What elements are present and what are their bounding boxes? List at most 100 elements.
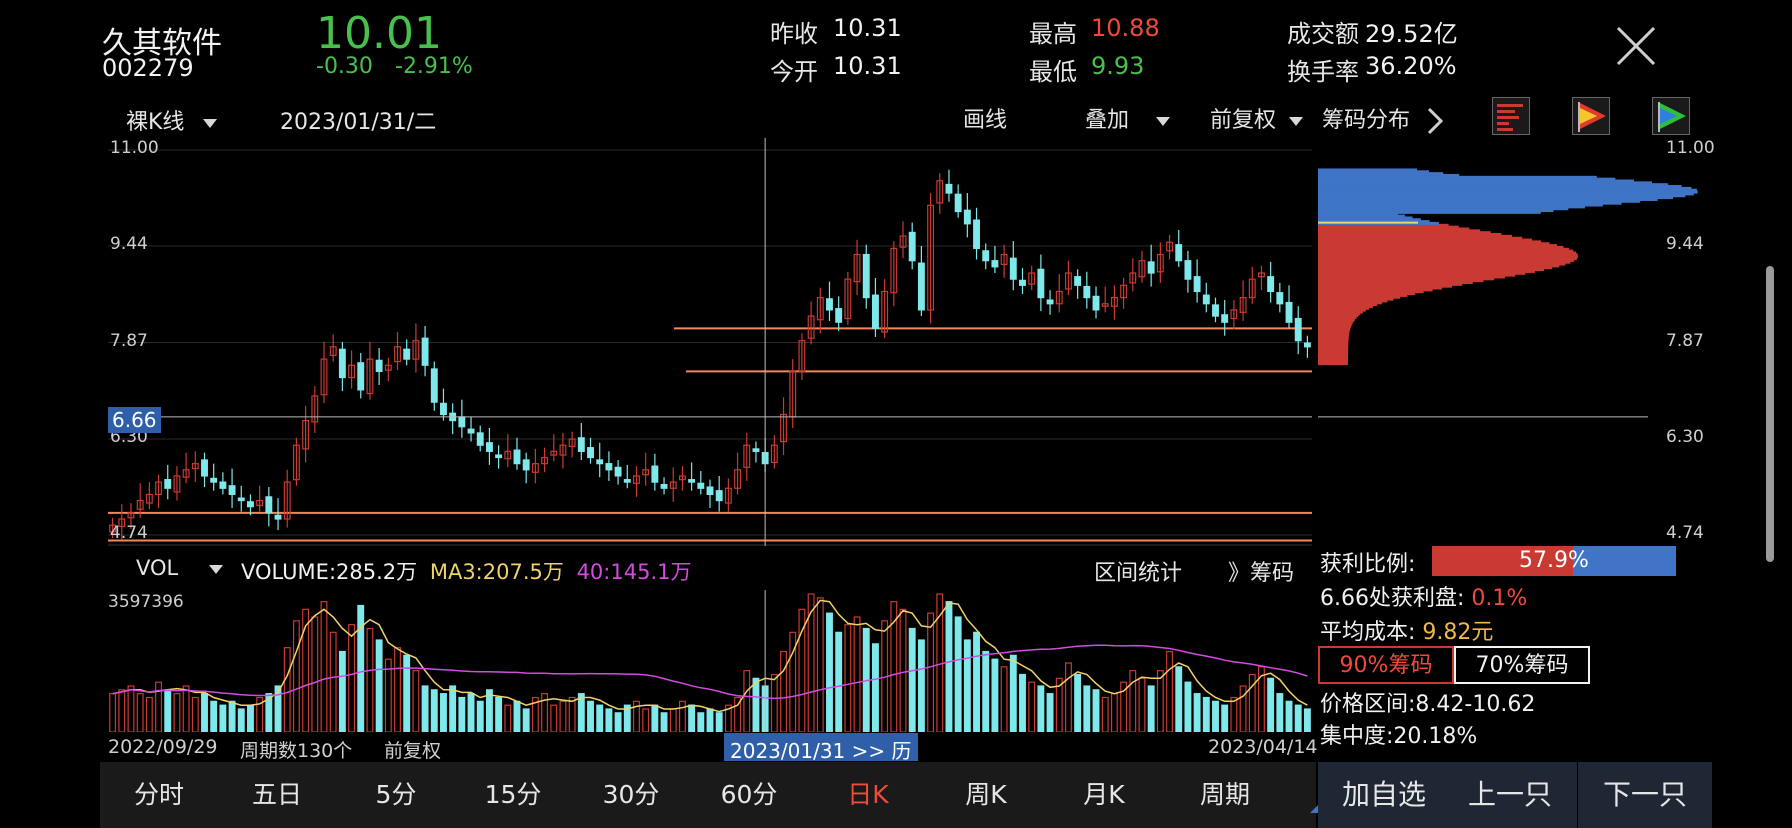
candle-body: [458, 416, 466, 428]
period-tab[interactable]: 日K: [809, 762, 927, 828]
tab-chip-70[interactable]: 70%筹码: [1454, 646, 1590, 684]
volume-chart[interactable]: [108, 590, 1312, 732]
indicator-label: VOL: [136, 556, 179, 580]
profit-ratio-value: 57.9%: [1519, 548, 1589, 573]
period-tab[interactable]: 15分: [454, 762, 572, 828]
volume-bar: [596, 704, 604, 732]
candle-body: [1175, 244, 1183, 262]
chip-axis-tick: 9.44: [1666, 233, 1704, 254]
candle-body: [835, 308, 843, 323]
volume-bar: [1276, 693, 1284, 732]
profit-at-price: 6.66处获利盘: 0.1%: [1320, 580, 1527, 612]
candle-body: [826, 298, 833, 311]
open-value: 10.31: [833, 52, 902, 80]
candle-body: [1147, 261, 1155, 274]
chip-axis-tick: 7.87: [1666, 330, 1704, 351]
period-tab[interactable]: 周期: [1165, 762, 1285, 828]
volume-bar: [1000, 666, 1008, 732]
period-tab[interactable]: 5分: [337, 762, 455, 828]
price-range-label: 价格区间:: [1320, 692, 1416, 717]
volume-bar: [155, 681, 162, 732]
volume-bar: [1083, 685, 1091, 732]
volume-bar: [1294, 704, 1302, 732]
volume-bar: [1175, 666, 1183, 732]
volume-bar: [917, 639, 925, 732]
profit-at-price-label: 6.66处获利盘:: [1320, 586, 1465, 611]
volume-bar: [440, 693, 447, 732]
volume-bar: [1028, 681, 1036, 732]
volume-bar: [219, 704, 227, 732]
candle-body: [495, 454, 503, 459]
volume-bar: [669, 708, 677, 732]
range-stats-button[interactable]: 区间统计: [1094, 555, 1182, 587]
overlay-select[interactable]: 叠加: [1085, 102, 1171, 134]
scrollbar[interactable]: [1766, 266, 1774, 562]
kline-type-select[interactable]: 裸K线: [126, 104, 218, 136]
concentration-value: 20.18%: [1393, 724, 1478, 749]
period-tab[interactable]: 分时: [100, 762, 218, 828]
draw-line-button[interactable]: 画线: [963, 102, 1007, 134]
volume-bar: [173, 693, 181, 732]
period-tab[interactable]: 周K: [927, 762, 1045, 828]
amount-label: 成交额: [1287, 20, 1359, 48]
volume-bar: [660, 712, 668, 732]
volume-bar: [394, 647, 401, 732]
chip-link-button[interactable]: 》筹码: [1228, 555, 1294, 587]
green-flag-icon: [1658, 102, 1686, 132]
crosshair-date-label[interactable]: 2023/01/31 >> 历: [724, 733, 918, 763]
chip-dist-button[interactable]: 筹码分布: [1322, 102, 1445, 136]
volume-bar: [311, 616, 319, 732]
indicator-select[interactable]: VOL: [136, 556, 223, 580]
volume-bar: [320, 601, 328, 732]
volume-adjust-label: 前复权: [384, 740, 442, 762]
price-range: 价格区间:8.42-10.62: [1320, 686, 1535, 718]
period-tab[interactable]: 60分: [690, 762, 808, 828]
candle-body: [651, 465, 659, 483]
volume-bar: [1184, 681, 1192, 732]
volume-bar: [871, 643, 879, 732]
chevron-down-icon: [1156, 116, 1171, 126]
chevron-right-icon: [1427, 107, 1444, 135]
candle-body: [1074, 276, 1082, 286]
candle-body: [963, 209, 971, 225]
tab-chip-90[interactable]: 90%筹码: [1318, 646, 1454, 684]
next-stock-button[interactable]: 下一只: [1578, 762, 1712, 828]
candle-body: [1092, 295, 1100, 311]
volume-bar: [1046, 693, 1054, 732]
candle-body: [228, 485, 236, 496]
candle-body: [375, 359, 383, 373]
volume-bar: [421, 685, 429, 732]
adjust-select[interactable]: 前复权: [1210, 102, 1304, 134]
volume-bar: [458, 696, 466, 732]
crosshair-price-label: 6.66: [108, 407, 161, 433]
add-watchlist-button[interactable]: 加自选: [1318, 762, 1450, 828]
volume-bar: [1212, 700, 1219, 732]
candle-body: [1294, 317, 1302, 342]
candle-body: [596, 459, 604, 465]
volume-bar: [697, 712, 705, 732]
kline-chart[interactable]: [108, 138, 1312, 546]
volume-bar: [568, 696, 576, 732]
volume-bar: [449, 685, 457, 732]
volume-bar: [844, 624, 852, 732]
avg-cost-value: 9.82元: [1422, 620, 1494, 645]
chip-view-3-button[interactable]: [1652, 97, 1690, 135]
chip-bar: [1318, 168, 1418, 172]
period-tab[interactable]: 30分: [572, 762, 690, 828]
volume-legend-label: VOLUME:: [241, 560, 337, 584]
period-tab[interactable]: 五日: [218, 762, 336, 828]
close-button[interactable]: [1612, 22, 1660, 70]
price-change-pct: -2.91%: [395, 54, 473, 79]
candle-body: [1019, 279, 1026, 286]
volume-bar: [403, 654, 411, 732]
chip-view-1-button[interactable]: [1492, 97, 1530, 135]
candle-body: [1212, 304, 1219, 317]
volume-bar: [1101, 696, 1109, 732]
period-tab[interactable]: 月K: [1045, 762, 1163, 828]
chip-distribution-chart: [1318, 168, 1698, 418]
volume-bar: [826, 612, 833, 732]
candle-body: [421, 337, 429, 366]
chip-view-2-button[interactable]: [1572, 97, 1610, 135]
prev-stock-button[interactable]: 上一只: [1443, 762, 1577, 828]
volume-bar: [136, 693, 144, 732]
